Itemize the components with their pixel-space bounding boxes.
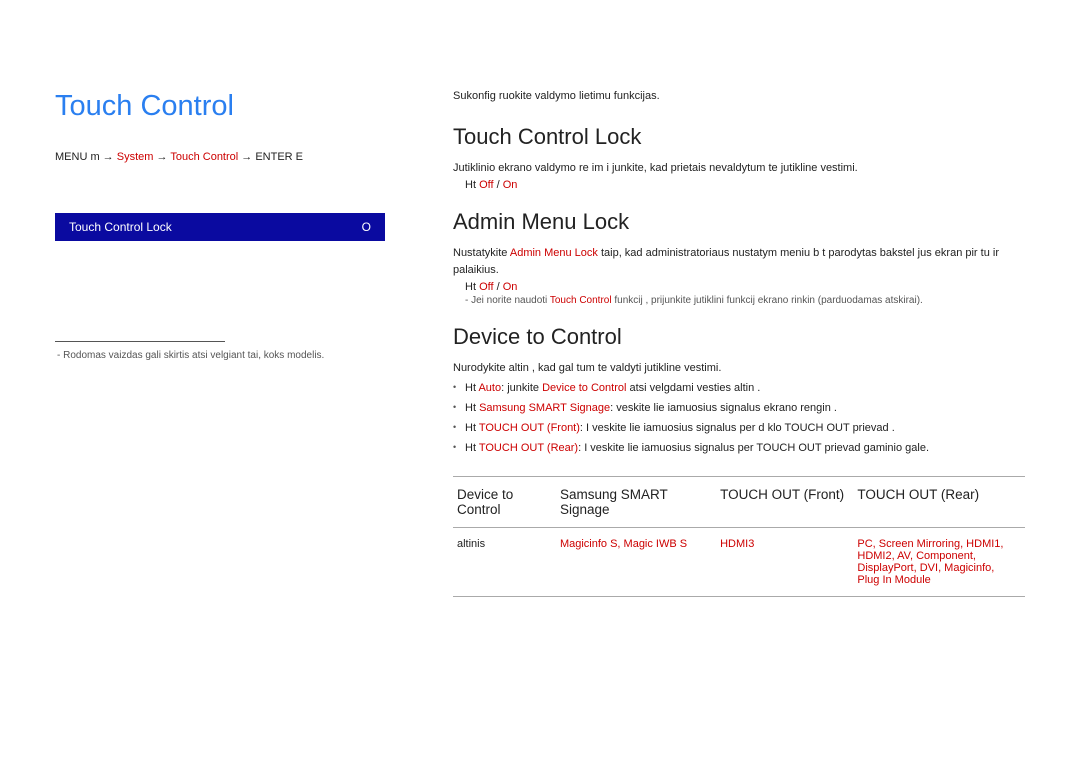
- section-touch-control-lock-options: Ht Off / On: [453, 179, 1025, 191]
- dtc-rest: : I veskite lie iamuosius signalus per d…: [580, 422, 895, 434]
- section-admin-menu-lock-heading: Admin Menu Lock: [453, 209, 1025, 235]
- menu-path-touchcontrol: Touch Control: [170, 151, 238, 163]
- aml-desc-hl: Admin Menu Lock: [510, 247, 598, 259]
- opt-on: On: [503, 281, 518, 293]
- dtc-prefix: Ht: [465, 382, 478, 394]
- section-touch-control-lock-desc: Jutiklinio ekrano valdymo re im i junkit…: [453, 160, 1025, 177]
- dtc-mid: : junkite: [501, 382, 542, 394]
- dtc-line-signage: Ht Samsung SMART Signage: veskite lie ia…: [453, 399, 1025, 419]
- dtc-hl: TOUCH OUT (Rear): [479, 442, 578, 454]
- th-device: Device to Control: [453, 477, 556, 528]
- dtc-hl: Auto: [478, 382, 501, 394]
- dtc-hl2: Device to Control: [542, 382, 626, 394]
- menu-item-touch-control-lock[interactable]: Touch Control Lock O: [55, 213, 385, 241]
- opt-off: Off: [479, 281, 493, 293]
- opt-prefix: Ht: [465, 281, 479, 293]
- dtc-prefix: Ht: [465, 442, 479, 454]
- th-signage: Samsung SMART Signage: [556, 477, 716, 528]
- td-signage-sources-hl: Magicinfo S, Magic IWB S: [560, 538, 687, 550]
- footnote-content: Rodomas vaizdas gali skirtis atsi velgia…: [63, 350, 324, 361]
- td-front-sources: HDMI3: [716, 528, 853, 597]
- th-rear: TOUCH OUT (Rear): [853, 477, 1025, 528]
- dtc-prefix: Ht: [465, 402, 479, 414]
- table-row: altinis Magicinfo S, Magic IWB S HDMI3 P…: [453, 528, 1025, 597]
- dtc-hl: TOUCH OUT (Front): [479, 422, 580, 434]
- section-touch-control-lock-heading: Touch Control Lock: [453, 124, 1025, 150]
- dtc-line-front: Ht TOUCH OUT (Front): I veskite lie iamu…: [453, 419, 1025, 439]
- section-device-to-control-heading: Device to Control: [453, 324, 1025, 350]
- th-front: TOUCH OUT (Front): [716, 477, 853, 528]
- menu-path-system: System: [117, 151, 154, 163]
- menu-path-p5: → ENTER E: [238, 151, 303, 163]
- dtc-prefix: Ht: [465, 422, 479, 434]
- menu-path: MENU m → System → Touch Control → ENTER …: [55, 151, 385, 163]
- dtc-line-rear: Ht TOUCH OUT (Rear): I veskite lie iamuo…: [453, 439, 1025, 459]
- td-rear-sources: PC, Screen Mirroring, HDMI1, HDMI2, AV, …: [853, 528, 1025, 597]
- dtc-line-auto: Ht Auto: junkite Device to Control atsi …: [453, 379, 1025, 399]
- right-column: Sukonfig ruokite valdymo lietimu funkcij…: [453, 90, 1025, 723]
- dtc-hl: Samsung SMART Signage: [479, 402, 610, 414]
- td-source-label: altinis: [453, 528, 556, 597]
- page-title: Touch Control: [55, 90, 385, 123]
- menu-item-value: O: [362, 220, 371, 234]
- dtc-rest: : veskite lie iamuosius signalus ekrano …: [610, 402, 837, 414]
- aml-note-p2: funkcij , prijunkite jutiklini funkcij e…: [612, 295, 923, 306]
- opt-sep: /: [494, 179, 503, 191]
- footnote-divider: [55, 341, 225, 342]
- dtc-rest: atsi velgdami vesties altin .: [626, 382, 760, 394]
- footnote-text: - Rodomas vaizdas gali skirtis atsi velg…: [55, 350, 385, 361]
- opt-sep: /: [494, 281, 503, 293]
- td-signage-sources: Magicinfo S, Magic IWB S: [556, 528, 716, 597]
- menu-item-label: Touch Control Lock: [69, 220, 172, 234]
- section-device-to-control-desc: Nurodykite altin , kad gal tum te valdyt…: [453, 360, 1025, 377]
- opt-off: Off: [479, 179, 493, 191]
- aml-note-p1: Jei norite naudoti: [471, 295, 550, 306]
- table-header-row: Device to Control Samsung SMART Signage …: [453, 477, 1025, 528]
- section-admin-menu-lock-options: Ht Off / On: [453, 281, 1025, 293]
- dtc-rest: : I veskite lie iamuosius signalus per T…: [578, 442, 929, 454]
- menu-path-p3: →: [153, 151, 170, 163]
- intro-text: Sukonfig ruokite valdymo lietimu funkcij…: [453, 90, 1025, 102]
- opt-prefix: Ht: [465, 179, 479, 191]
- td-front-sources-hl: HDMI3: [720, 538, 754, 550]
- left-column: Touch Control MENU m → System → Touch Co…: [55, 90, 385, 723]
- menu-path-p1: MENU m →: [55, 151, 117, 163]
- aml-note-hl: Touch Control: [550, 295, 612, 306]
- device-table: Device to Control Samsung SMART Signage …: [453, 476, 1025, 597]
- td-rear-sources-hl: PC, Screen Mirroring, HDMI1, HDMI2, AV, …: [857, 538, 1003, 586]
- aml-desc-p1: Nustatykite: [453, 247, 510, 259]
- section-admin-menu-lock-note: - Jei norite naudoti Touch Control funkc…: [453, 295, 1025, 306]
- section-admin-menu-lock-desc: Nustatykite Admin Menu Lock taip, kad ad…: [453, 245, 1025, 279]
- opt-on: On: [503, 179, 518, 191]
